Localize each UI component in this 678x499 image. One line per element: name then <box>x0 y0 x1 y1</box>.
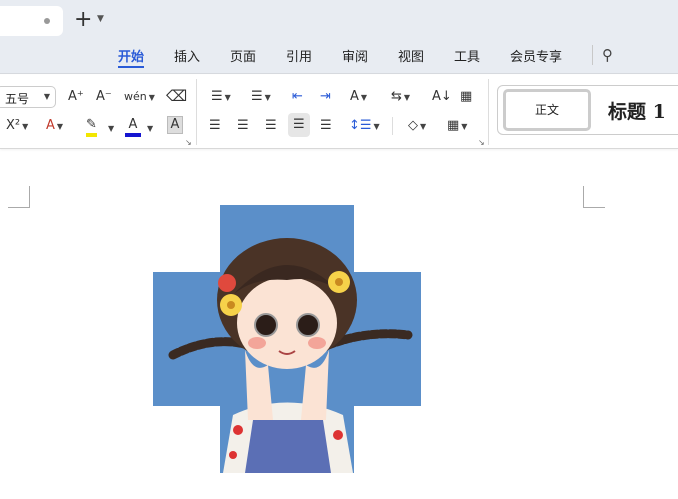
cross-shaped-girl-image[interactable] <box>153 205 421 473</box>
bullet-list-icon: ☰ <box>211 89 223 104</box>
text-effect-button[interactable]: A ▼ <box>46 118 63 135</box>
divider <box>196 79 197 145</box>
distributed-button[interactable]: ☰ <box>320 118 332 134</box>
paragraph-dialog-launcher-icon[interactable]: ↘ <box>478 138 485 147</box>
chevron-down-icon[interactable]: ▼ <box>147 121 153 137</box>
menu-home[interactable]: 开始 <box>118 46 145 68</box>
chevron-down-icon[interactable]: ▼ <box>97 14 104 24</box>
char-spacing-icon: A <box>350 89 359 104</box>
menu-tools[interactable]: 工具 <box>454 46 480 65</box>
superscript-button[interactable]: X² ▼ <box>6 118 28 135</box>
chevron-down-icon[interactable]: ▼ <box>108 121 114 137</box>
text-direction-icon: ⇆ <box>391 89 402 104</box>
shrink-font-button[interactable]: A⁻ <box>96 89 112 105</box>
font-color-icon: A <box>128 117 138 132</box>
margin-mark-right <box>583 186 605 208</box>
menu-review[interactable]: 审阅 <box>342 46 368 65</box>
document-tab[interactable] <box>0 6 63 36</box>
numbering-button[interactable]: ☰ ▼ <box>251 89 271 106</box>
unsaved-dot-icon <box>44 18 50 24</box>
divider <box>592 45 593 65</box>
chevron-down-icon: ▼ <box>43 92 50 101</box>
sort-button[interactable]: A↓ <box>432 89 452 105</box>
highlight-button[interactable]: ✎ <box>86 117 97 137</box>
font-dialog-launcher-icon[interactable]: ↘ <box>185 138 192 147</box>
divider <box>488 79 489 145</box>
border-icon: ▦ <box>447 118 460 133</box>
font-size-select[interactable]: 五号 ▼ <box>0 86 56 108</box>
menu-member[interactable]: 会员专享 <box>510 46 562 65</box>
text-direction-button[interactable]: ⇆ ▼ <box>391 89 410 106</box>
font-color-button[interactable]: A <box>125 117 141 137</box>
text-effect-icon: A <box>46 118 55 133</box>
search-icon[interactable]: ⚲ <box>602 46 613 64</box>
indent-button[interactable]: ⇥ <box>320 89 331 105</box>
menu-view[interactable]: 视图 <box>398 46 424 65</box>
paint-bucket-icon: ◇ <box>408 118 418 133</box>
pinyin-label: wén <box>124 90 147 103</box>
title-bar: + ▼ 开始 插入 页面 引用 审阅 视图 工具 会员专享 ⚲ <box>0 0 678 74</box>
style-normal[interactable]: 正文 <box>503 89 591 131</box>
pinyin-button[interactable]: wén ▼ <box>124 89 155 106</box>
new-tab-button[interactable]: + <box>74 8 92 32</box>
line-spacing-button[interactable]: ↕☰ ▼ <box>349 118 380 135</box>
shading-button[interactable]: ◇ ▼ <box>408 118 426 135</box>
numbered-list-icon: ☰ <box>251 89 263 104</box>
menu-page[interactable]: 页面 <box>230 46 256 65</box>
style-gallery: 正文 标题 1 <box>497 85 678 135</box>
divider <box>392 117 393 135</box>
bullets-button[interactable]: ☰ ▼ <box>211 89 231 106</box>
menu-insert[interactable]: 插入 <box>174 46 200 65</box>
align-left-button[interactable]: ☰ <box>209 118 221 134</box>
borders-button[interactable]: ▦ ▼ <box>447 118 467 135</box>
menu-references[interactable]: 引用 <box>286 46 312 65</box>
char-spacing-button[interactable]: A ▼ <box>350 89 367 106</box>
align-center-button[interactable]: ☰ <box>237 118 249 134</box>
superscript-label: X² <box>6 118 21 133</box>
align-right-button[interactable]: ☰ <box>265 118 277 134</box>
char-shading-button[interactable]: A <box>167 116 183 134</box>
style-heading-1[interactable]: 标题 1 <box>608 97 666 124</box>
highlighter-icon: ✎ <box>86 117 97 132</box>
line-spacing-icon: ↕☰ <box>349 118 372 133</box>
eraser-icon[interactable]: ⌫ <box>166 88 187 104</box>
margin-mark-left <box>8 186 30 208</box>
ribbon-toolbar: 五号 ▼ A⁺ A⁻ wén ▼ ⌫ X² ▼ A ▼ ✎ ▼ A ▼ A ↘ ☰ ▼ ☰ ▼ … <box>0 75 678 149</box>
table-button[interactable]: ▦ <box>460 89 472 105</box>
font-size-value: 五号 <box>5 92 30 106</box>
grow-font-button[interactable]: A⁺ <box>68 89 84 105</box>
outdent-button[interactable]: ⇤ <box>292 89 303 105</box>
justify-button[interactable]: ☰ <box>288 113 310 137</box>
